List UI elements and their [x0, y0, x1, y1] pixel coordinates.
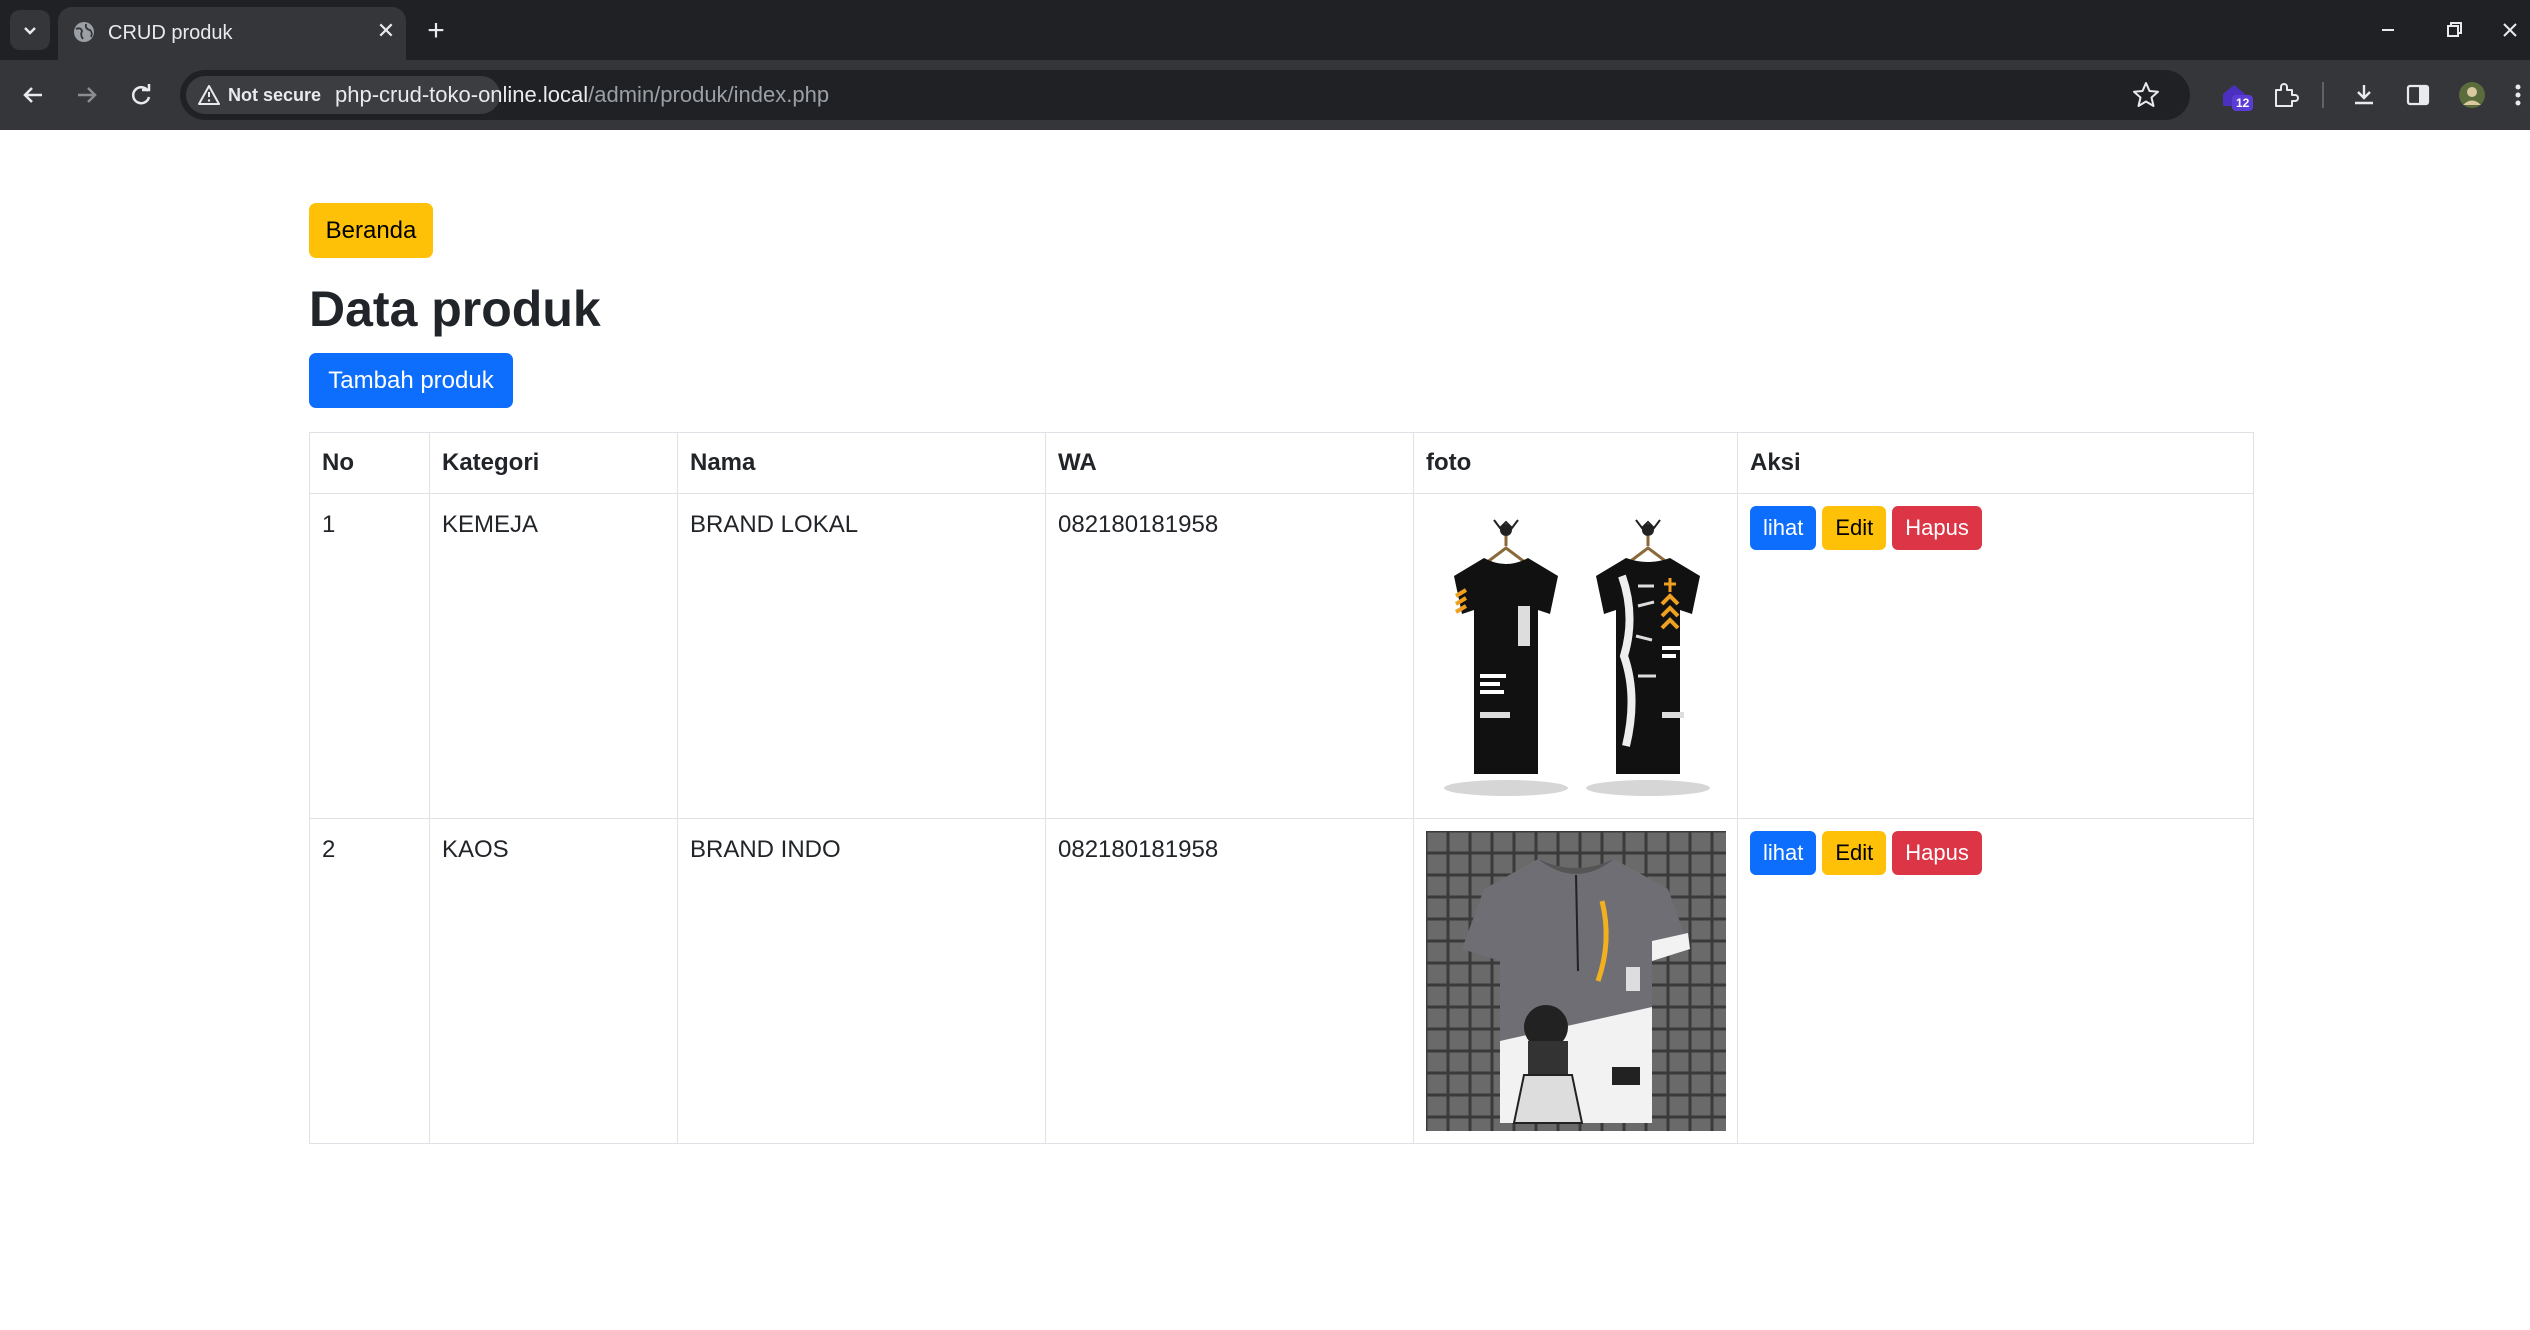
toolbar-separator: [2322, 82, 2324, 108]
security-label: Not secure: [228, 85, 322, 105]
url-host: php-crud-toko-online.local: [335, 82, 589, 107]
view-button[interactable]: lihat: [1750, 506, 1817, 550]
delete-button[interactable]: Hapus: [1892, 831, 1982, 875]
table-header-row: No Kategori Nama WA foto Aksi: [309, 432, 2254, 494]
page-title: Data produk: [309, 281, 601, 337]
edit-button[interactable]: Edit: [1822, 506, 1887, 550]
table-row: 1 KEMEJA BRAND LOKAL 082180181958 lihat …: [309, 493, 2254, 819]
cell-nama: BRAND INDO: [677, 818, 1046, 1144]
extensions-menu-button[interactable]: [2265, 75, 2305, 115]
product-table: No Kategori Nama WA foto Aksi 1 KEMEJA B…: [309, 432, 2254, 1144]
minimize-icon: [2382, 29, 2394, 31]
bookmark-star-icon[interactable]: [2130, 79, 2162, 111]
restore-icon: [2447, 22, 2462, 37]
cell-no: 2: [309, 818, 430, 1144]
view-button[interactable]: lihat: [1750, 831, 1817, 875]
cell-kategori: KEMEJA: [429, 493, 678, 819]
extension-badge: 12: [2232, 95, 2254, 111]
side-panel-icon: [2406, 84, 2430, 106]
url-text: php-crud-toko-online.local/admin/produk/…: [335, 82, 829, 108]
arrow-left-icon: [23, 87, 42, 103]
tab-title: CRUD produk: [108, 22, 233, 44]
browser-menu-button[interactable]: [2506, 75, 2530, 115]
warning-icon: [198, 85, 220, 105]
column-header-wa: WA: [1045, 432, 1414, 494]
row-actions: lihat Edit Hapus: [1750, 831, 2241, 875]
edit-button[interactable]: Edit: [1822, 831, 1887, 875]
minimize-window-button[interactable]: [2360, 10, 2416, 50]
avatar: [2459, 82, 2485, 108]
reload-button[interactable]: [121, 75, 161, 115]
column-header-nama: Nama: [677, 432, 1046, 494]
product-photo-black-tshirts: [1426, 506, 1726, 806]
side-panel-button[interactable]: [2398, 75, 2438, 115]
add-product-button[interactable]: Tambah produk: [309, 353, 513, 408]
tab-search-button[interactable]: [10, 10, 50, 50]
column-header-foto: foto: [1413, 432, 1738, 494]
cell-aksi: lihat Edit Hapus: [1737, 493, 2254, 819]
cell-foto: [1413, 818, 1738, 1144]
download-icon: [2355, 85, 2373, 105]
url-path: /admin/produk/index.php: [588, 82, 830, 107]
column-header-kategori: Kategori: [429, 432, 678, 494]
reload-icon: [131, 84, 151, 105]
product-photo-grey-tshirt: [1426, 831, 1726, 1131]
extension-button[interactable]: 12: [2214, 75, 2254, 115]
cell-nama: BRAND LOKAL: [677, 493, 1046, 819]
close-tab-icon[interactable]: ✕: [372, 17, 400, 45]
browser-tab-strip: CRUD produk ✕ +: [0, 0, 2530, 60]
downloads-button[interactable]: [2344, 75, 2384, 115]
cell-no: 1: [309, 493, 430, 819]
forward-button[interactable]: [67, 75, 107, 115]
browser-tab[interactable]: CRUD produk ✕: [58, 7, 406, 60]
puzzle-icon: [2275, 83, 2299, 107]
restore-window-button[interactable]: [2426, 10, 2482, 50]
delete-button[interactable]: Hapus: [1892, 506, 1982, 550]
browser-toolbar: Not secure php-crud-toko-online.local/ad…: [0, 60, 2530, 130]
profile-button[interactable]: [2452, 75, 2492, 115]
column-header-no: No: [309, 432, 430, 494]
close-icon: [2503, 23, 2517, 37]
cell-wa: 082180181958: [1045, 493, 1414, 819]
cell-aksi: lihat Edit Hapus: [1737, 818, 2254, 1144]
address-bar[interactable]: Not secure php-crud-toko-online.local/ad…: [180, 70, 2190, 120]
home-button[interactable]: Beranda: [309, 203, 433, 258]
close-window-button[interactable]: [2490, 10, 2530, 50]
back-button[interactable]: [13, 75, 53, 115]
arrow-right-icon: [78, 87, 97, 103]
cell-wa: 082180181958: [1045, 818, 1414, 1144]
new-tab-button[interactable]: +: [418, 13, 454, 49]
page-content: Beranda Data produk Tambah produk No Kat…: [0, 130, 2530, 1330]
row-actions: lihat Edit Hapus: [1750, 506, 2241, 550]
column-header-aksi: Aksi: [1737, 432, 2254, 494]
globe-icon: [74, 22, 94, 42]
cell-kategori: KAOS: [429, 818, 678, 1144]
chevron-down-icon: [24, 27, 36, 35]
more-vertical-icon: [2515, 84, 2521, 106]
table-row: 2 KAOS BRAND INDO 082180181958 lihat Edi…: [309, 818, 2254, 1144]
cell-foto: [1413, 493, 1738, 819]
